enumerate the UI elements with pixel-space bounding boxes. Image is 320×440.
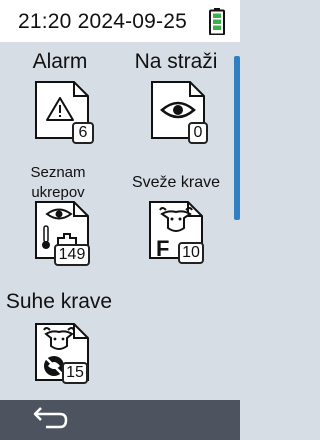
tile-na-strazi-count: 0 — [188, 122, 208, 144]
fresh-cow-letter: F — [156, 236, 170, 261]
scrollbar-thumb[interactable] — [234, 56, 240, 220]
tile-sveze-krave[interactable]: Sveže krave F 10 — [122, 160, 230, 270]
tile-alarm[interactable]: Alarm 6 — [8, 48, 112, 144]
tile-seznam-label-1: Seznam — [30, 164, 86, 181]
status-datetime: 21:20 2024-09-25 — [18, 10, 188, 33]
back-button[interactable] — [22, 404, 78, 436]
tile-suhe-krave[interactable]: Suhe krave 15 — [0, 288, 116, 388]
tile-na-strazi[interactable]: Na straži 0 — [122, 48, 230, 144]
tile-alarm-label: Alarm — [32, 50, 88, 73]
tile-sveze-count: 10 — [178, 242, 204, 264]
tile-seznam-count: 149 — [54, 244, 90, 266]
tile-sveze-label: Sveže krave — [131, 174, 221, 191]
tile-suhe-count: 15 — [62, 362, 88, 384]
battery-full-icon — [209, 8, 225, 36]
tile-alarm-count: 6 — [72, 122, 94, 144]
tile-na-strazi-label: Na straži — [134, 50, 218, 73]
tile-suhe-label: Suhe krave — [5, 290, 113, 313]
status-bar: 21:20 2024-09-25 — [0, 0, 240, 42]
back-arrow-icon — [33, 407, 68, 429]
tile-seznam-ukrepov[interactable]: Seznam ukrepov 149 — [8, 160, 112, 270]
